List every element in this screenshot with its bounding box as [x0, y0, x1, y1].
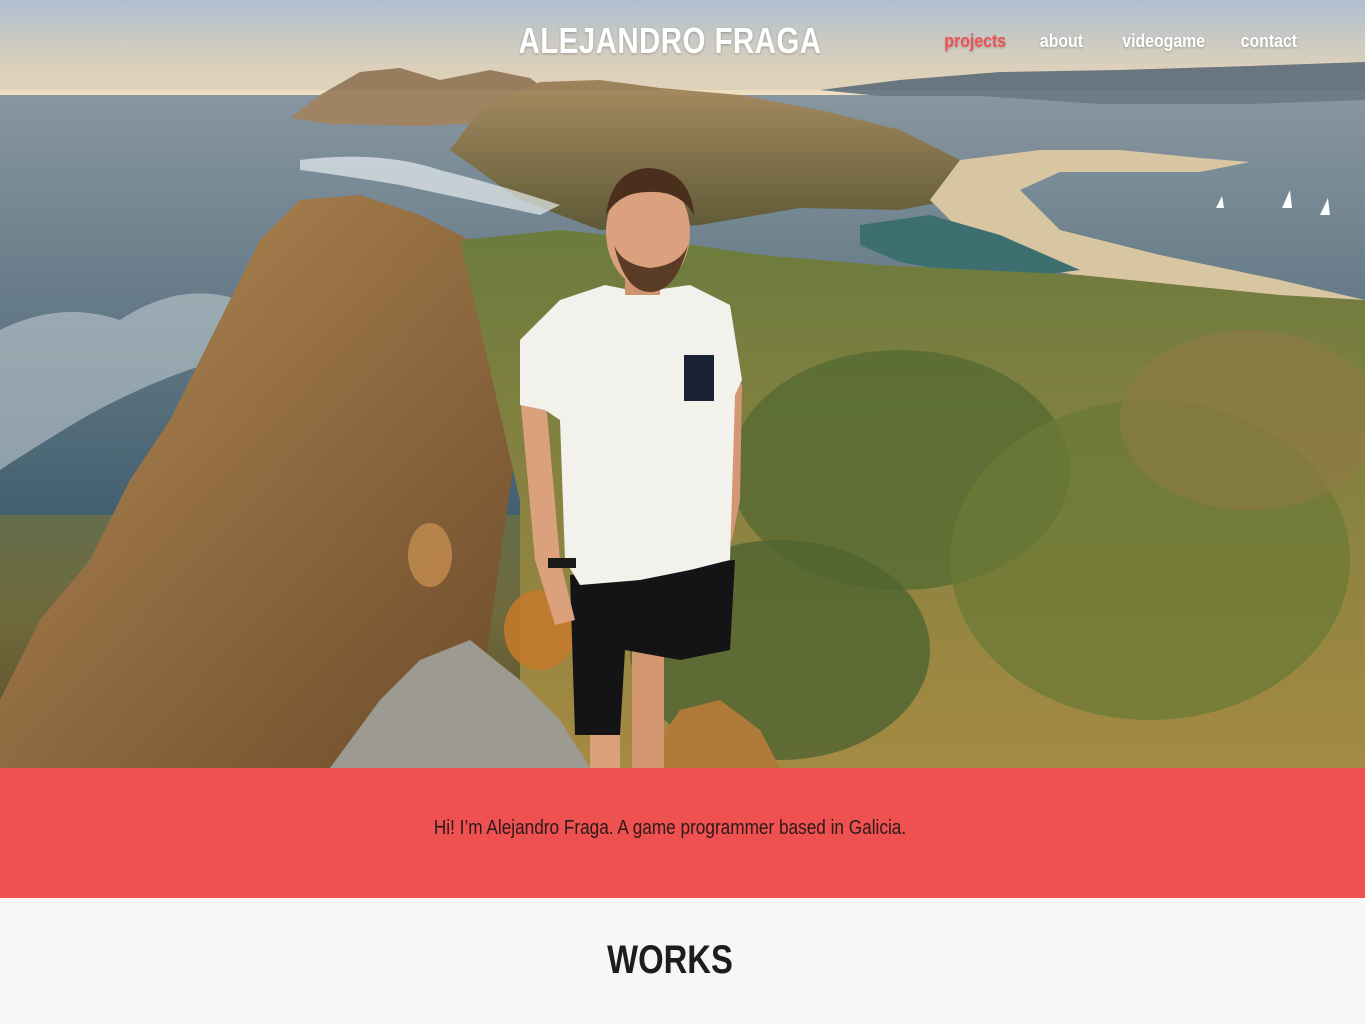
nav-item-contact[interactable]: contact: [1241, 31, 1297, 52]
nav-item-about[interactable]: about: [1040, 31, 1083, 52]
intro-band: Hi! I’m Alejandro Fraga. A game programm…: [0, 768, 1365, 898]
works-heading: WORKS: [607, 938, 733, 982]
intro-text: Hi! I’m Alejandro Fraga. A game programm…: [433, 817, 907, 839]
main-nav: projects about videogame contact: [936, 31, 1297, 52]
nav-item-projects[interactable]: projects: [944, 31, 1006, 52]
hero-photo: [0, 0, 1365, 768]
nav-item-videogame[interactable]: videogame: [1122, 31, 1205, 52]
works-section: WORKS: [0, 898, 1365, 1024]
hero-section: ALEJANDRO FRAGA projects about videogame…: [0, 0, 1365, 768]
